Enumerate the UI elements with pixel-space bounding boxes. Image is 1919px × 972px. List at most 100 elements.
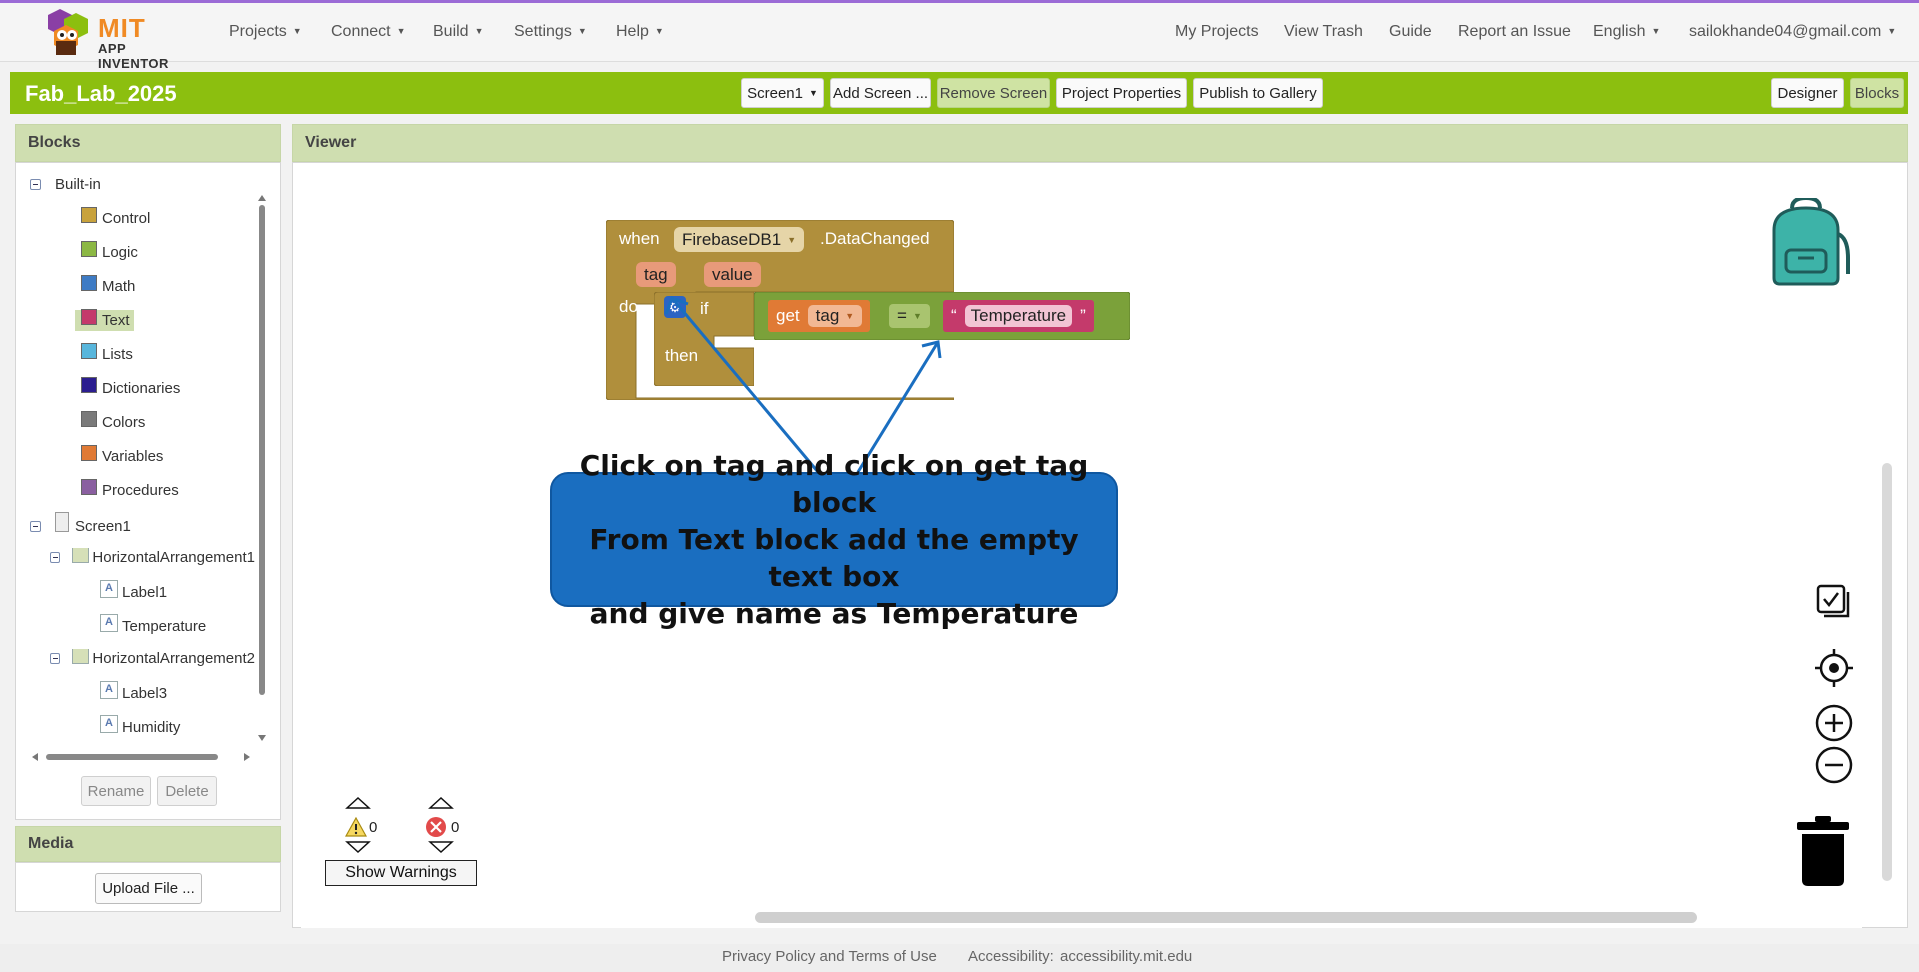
scroll-left-arrow-icon: [32, 753, 38, 761]
error-prev-arrow-icon[interactable]: [428, 796, 454, 810]
tree-temperature[interactable]: A Temperature: [100, 614, 206, 635]
caret-down-icon: ▼: [577, 26, 587, 36]
category-colors[interactable]: Colors: [81, 410, 146, 431]
lists-swatch-icon: [81, 342, 97, 359]
delete-button[interactable]: Delete: [157, 776, 217, 806]
scroll-right-arrow-icon: [244, 753, 250, 761]
category-text-label: Text: [102, 312, 130, 329]
param-value[interactable]: value: [704, 262, 761, 287]
category-logic[interactable]: Logic: [81, 240, 138, 261]
app-inventor-logo[interactable]: MIT APP INVENTOR: [36, 9, 196, 71]
upload-file-button[interactable]: Upload File ...: [95, 873, 202, 904]
accessibility-link[interactable]: accessibility.mit.edu: [1060, 948, 1192, 965]
collapse-icon[interactable]: [30, 520, 41, 532]
collapse-icon[interactable]: [50, 652, 60, 664]
blocks-tree-horizontal-scrollbar[interactable]: [30, 752, 252, 762]
link-view-trash[interactable]: View Trash: [1284, 23, 1363, 41]
text-string-block[interactable]: “ Temperature ”: [943, 300, 1094, 332]
close-quote: ”: [1080, 306, 1086, 325]
label-icon: A: [100, 614, 118, 632]
tree-harr2-clip: HorizontalArrangement2: [50, 649, 255, 667]
project-toolbar: Fab_Lab_2025 Screen1 ▼ Add Screen ... Rem…: [10, 72, 1908, 114]
category-colors-label: Colors: [102, 414, 146, 431]
menu-help[interactable]: Help ▼: [616, 23, 664, 41]
category-dictionaries[interactable]: Dictionaries: [81, 376, 180, 397]
menu-language[interactable]: English ▼: [1593, 23, 1660, 41]
label-icon: A: [100, 580, 118, 598]
menu-settings[interactable]: Settings ▼: [514, 23, 587, 41]
screen-select-label: Screen1: [747, 84, 803, 102]
scroll-down-arrow-icon: [258, 735, 266, 741]
dictionaries-swatch-icon: [81, 376, 97, 393]
zoom-out-icon[interactable]: [1814, 745, 1854, 785]
callout-line3: and give name as Temperature: [589, 597, 1079, 630]
math-swatch-icon: [81, 274, 97, 291]
variables-swatch-icon: [81, 444, 97, 461]
param-tag[interactable]: tag: [636, 262, 676, 287]
add-screen-button[interactable]: Add Screen ...: [830, 78, 931, 108]
callout-line2: From Text block add the empty text box: [589, 523, 1079, 593]
category-math[interactable]: Math: [81, 274, 135, 295]
publish-gallery-button[interactable]: Publish to Gallery: [1193, 78, 1323, 108]
workspace-vertical-scrollbar[interactable]: [1882, 463, 1892, 881]
tree-builtin[interactable]: Built-in: [30, 176, 101, 193]
backpack-icon[interactable]: [1764, 198, 1850, 286]
zoom-in-icon[interactable]: [1814, 703, 1854, 743]
link-my-projects[interactable]: My Projects: [1175, 23, 1259, 41]
top-navigation-bar: MIT APP INVENTOR Projects ▼ Connect ▼ Buil…: [0, 0, 1919, 71]
text-swatch-icon: [81, 308, 97, 325]
remove-screen-button[interactable]: Remove Screen: [937, 78, 1050, 108]
category-variables-label: Variables: [102, 448, 164, 465]
caret-down-icon: ▼: [654, 26, 664, 36]
show-warnings-button[interactable]: Show Warnings: [325, 860, 477, 886]
menu-connect[interactable]: Connect ▼: [331, 23, 406, 41]
event-name-label: .DataChanged: [820, 229, 930, 248]
cleanup-checklist-icon[interactable]: [1816, 584, 1852, 620]
label-icon: A: [100, 681, 118, 699]
tree-humidity-label: Humidity: [122, 718, 181, 736]
category-procedures[interactable]: Procedures: [81, 478, 179, 499]
caret-down-icon: ▼: [396, 26, 406, 36]
text-value-field[interactable]: Temperature: [964, 305, 1073, 327]
instruction-callout: Click on tag and click on get tag block …: [550, 449, 1118, 630]
logo-text-mit: MIT: [98, 13, 146, 43]
category-text[interactable]: Text: [75, 308, 134, 331]
collapse-icon[interactable]: [50, 551, 60, 563]
tree-label3[interactable]: A Label3: [100, 681, 167, 702]
menu-build[interactable]: Build ▼: [433, 23, 484, 41]
tree-harr2[interactable]: HorizontalArrangement2: [50, 649, 255, 667]
screen-icon: [55, 512, 69, 532]
warning-triangle-icon: [345, 817, 367, 837]
caret-down-icon: ▼: [787, 234, 797, 245]
project-properties-button[interactable]: Project Properties: [1056, 78, 1187, 108]
blocks-tree-vertical-scrollbar[interactable]: [257, 193, 267, 743]
link-report-issue[interactable]: Report an Issue: [1458, 23, 1571, 41]
link-guide[interactable]: Guide: [1389, 23, 1432, 41]
tree-screen1[interactable]: Screen1: [30, 512, 131, 536]
rename-button[interactable]: Rename: [81, 776, 151, 806]
menu-connect-label: Connect: [331, 23, 391, 40]
privacy-policy-link[interactable]: Privacy Policy and Terms of Use: [722, 948, 937, 965]
error-next-arrow-icon[interactable]: [428, 840, 454, 854]
blocks-button[interactable]: Blocks: [1850, 78, 1904, 108]
designer-button[interactable]: Designer: [1771, 78, 1844, 108]
trash-can-icon[interactable]: [1797, 816, 1849, 886]
tree-harr1[interactable]: HorizontalArrangement1: [50, 548, 255, 566]
category-variables[interactable]: Variables: [81, 444, 164, 465]
tree-humidity[interactable]: A Humidity: [100, 715, 181, 736]
component-dropdown[interactable]: FirebaseDB1 ▼: [674, 227, 805, 252]
category-lists-label: Lists: [102, 346, 133, 363]
menu-projects[interactable]: Projects ▼: [229, 23, 302, 41]
collapse-icon[interactable]: [30, 179, 41, 190]
category-control[interactable]: Control: [81, 206, 150, 227]
recenter-target-icon[interactable]: [1815, 649, 1853, 687]
workspace-horizontal-scrollbar[interactable]: [755, 912, 1697, 923]
category-lists[interactable]: Lists: [81, 342, 133, 363]
menu-account[interactable]: sailokhande04@gmail.com ▼: [1689, 23, 1896, 41]
screen-select-dropdown[interactable]: Screen1 ▼: [741, 78, 824, 108]
caret-down-icon: ▼: [1651, 26, 1661, 36]
category-logic-label: Logic: [102, 244, 138, 261]
warning-prev-arrow-icon[interactable]: [345, 796, 371, 810]
warning-next-arrow-icon[interactable]: [345, 840, 371, 854]
tree-label1[interactable]: A Label1: [100, 580, 167, 601]
